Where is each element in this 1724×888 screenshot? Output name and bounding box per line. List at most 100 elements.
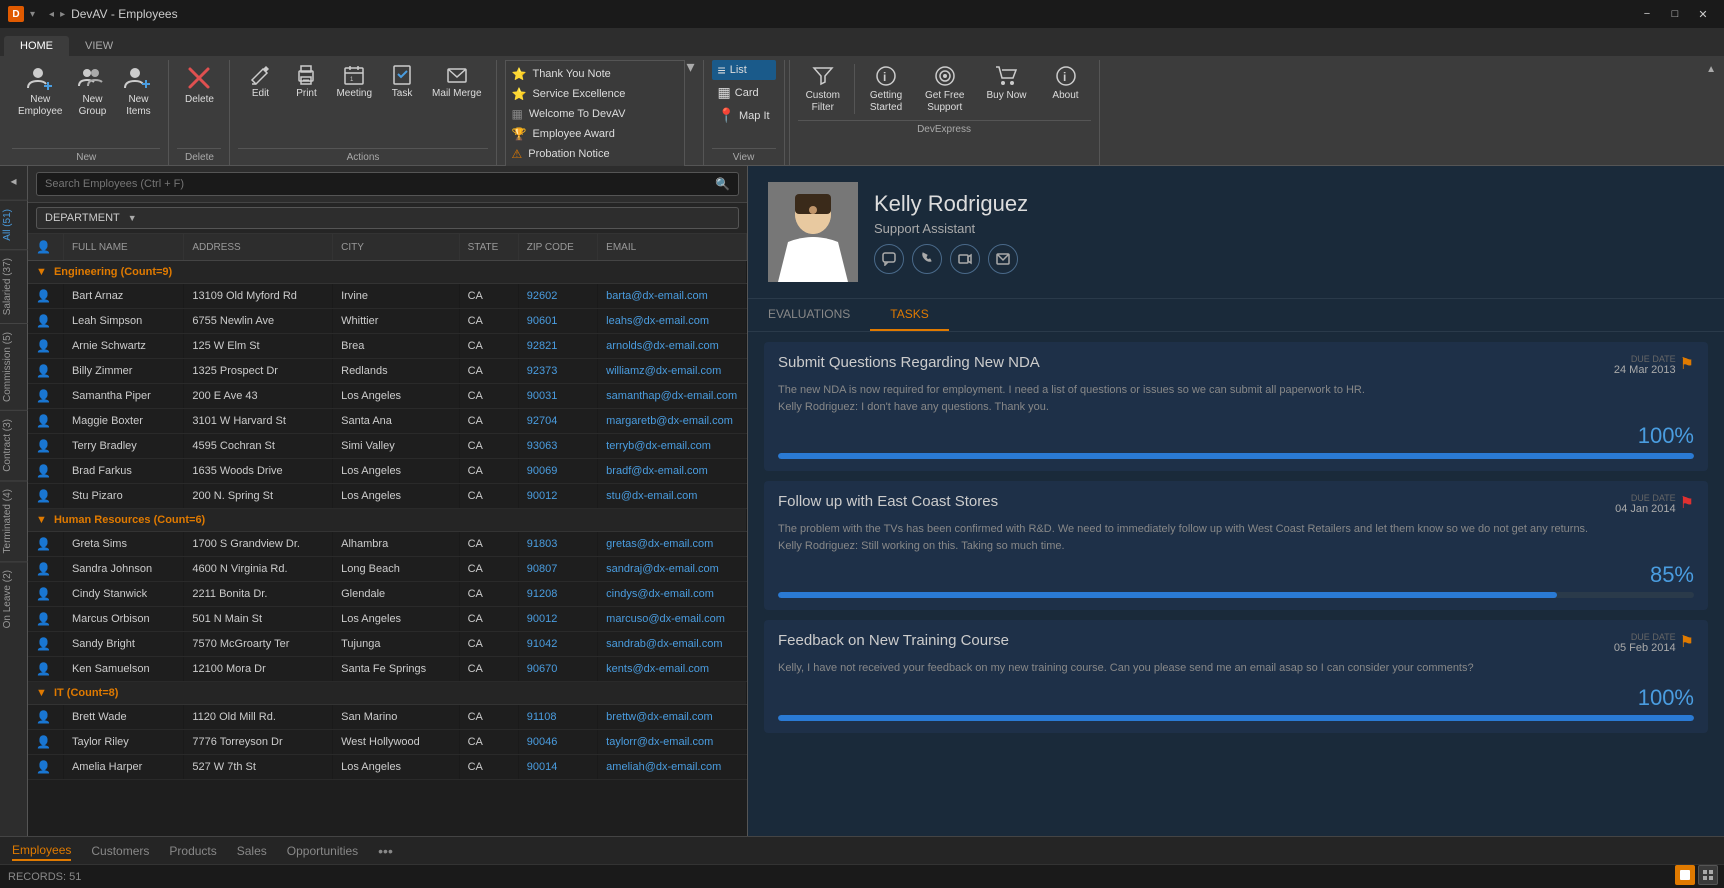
row-address: 6755 Newlin Ave (184, 309, 333, 334)
nav-sales[interactable]: Sales (237, 842, 267, 860)
task-item[interactable]: Submit Questions Regarding New NDA DUE D… (764, 342, 1708, 471)
table-row[interactable]: 👤 Amelia Harper 527 W 7th St Los Angeles… (28, 755, 747, 780)
quick-letter-more[interactable]: ▾ (687, 60, 695, 76)
row-zip: 90069 (518, 459, 597, 484)
status-text: RECORDS: 51 (8, 871, 81, 883)
department-filter[interactable]: DEPARTMENT ▼ (36, 207, 739, 229)
close-button[interactable]: ✕ (1690, 5, 1716, 23)
card-view-button[interactable]: ▦ Card (712, 82, 776, 103)
print-button[interactable]: Print (284, 60, 328, 104)
new-items-button[interactable]: NewItems (116, 60, 160, 122)
table-group-header[interactable]: ▼ Engineering (Count=9) (28, 261, 747, 284)
table-row[interactable]: 👤 Cindy Stanwick 2211 Bonita Dr. Glendal… (28, 582, 747, 607)
email-action-button[interactable] (988, 244, 1018, 274)
new-employee-label: NewEmployee (18, 94, 62, 118)
map-it-button[interactable]: 📍 Map It (712, 105, 776, 126)
table-row[interactable]: 👤 Samantha Piper 200 E Ave 43 Los Angele… (28, 384, 747, 409)
getting-started-button[interactable]: i GettingStarted (861, 60, 911, 118)
table-row[interactable]: 👤 Terry Bradley 4595 Cochran St Simi Val… (28, 434, 747, 459)
row-email: stu@dx-email.com (598, 484, 747, 509)
custom-filter-button[interactable]: CustomFilter (798, 60, 848, 118)
row-email: terryb@dx-email.com (598, 434, 747, 459)
row-state: CA (459, 532, 518, 557)
filter-contract[interactable]: Contract (3) (0, 410, 28, 480)
table-row[interactable]: 👤 Sandra Johnson 4600 N Virginia Rd. Lon… (28, 557, 747, 582)
task-item[interactable]: Feedback on New Training Course DUE DATE… (764, 620, 1708, 733)
row-state: CA (459, 434, 518, 459)
maximize-button[interactable]: □ (1662, 5, 1688, 23)
task-button[interactable]: Task (380, 60, 424, 104)
video-button[interactable] (950, 244, 980, 274)
buy-now-button[interactable]: Buy Now (978, 60, 1034, 106)
table-row[interactable]: 👤 Bart Arnaz 13109 Old Myford Rd Irvine … (28, 284, 747, 309)
row-zip: 92373 (518, 359, 597, 384)
row-address: 4595 Cochran St (184, 434, 333, 459)
welcome-item[interactable]: ▦ Welcome To DevAV (512, 105, 678, 123)
thank-you-note-item[interactable]: ⭐ Thank You Note (512, 65, 678, 83)
table-row[interactable]: 👤 Ken Samuelson 12100 Mora Dr Santa Fe S… (28, 657, 747, 682)
table-row[interactable]: 👤 Stu Pizaro 200 N. Spring St Los Angele… (28, 484, 747, 509)
table-row[interactable]: 👤 Maggie Boxter 3101 W Harvard St Santa … (28, 409, 747, 434)
nav-opportunities[interactable]: Opportunities (287, 842, 358, 860)
ribbon-view-label: View (712, 148, 776, 165)
employee-award-item[interactable]: 🏆 Employee Award (512, 125, 678, 143)
minimize-button[interactable]: − (1634, 5, 1660, 23)
row-city: Irvine (333, 284, 459, 309)
tab-tasks[interactable]: TASKS (870, 299, 948, 331)
nav-employees[interactable]: Employees (12, 841, 71, 861)
row-city: Los Angeles (333, 484, 459, 509)
ribbon-collapse-button[interactable]: ▲ (1702, 62, 1720, 77)
filter-on-leave[interactable]: On Leave (2) (0, 561, 28, 636)
employee-tbody: ▼ Engineering (Count=9) 👤 Bart Arnaz 131… (28, 261, 747, 780)
filter-all[interactable]: All (51) (0, 200, 28, 249)
status-icon-1[interactable] (1675, 865, 1695, 885)
service-excellence-item[interactable]: ⭐ Service Excellence (512, 85, 678, 103)
nav-products[interactable]: Products (169, 842, 216, 860)
new-employee-button[interactable]: NewEmployee (12, 60, 68, 122)
table-row[interactable]: 👤 Leah Simpson 6755 Newlin Ave Whittier … (28, 309, 747, 334)
row-address: 1325 Prospect Dr (184, 359, 333, 384)
about-button[interactable]: i About (1041, 60, 1091, 106)
search-input[interactable] (45, 178, 711, 190)
tab-evaluations[interactable]: EVALUATIONS (748, 299, 870, 331)
chat-button[interactable] (874, 244, 904, 274)
buy-now-label: Buy Now (986, 90, 1026, 102)
person-icon: 👤 (36, 314, 51, 328)
table-row[interactable]: 👤 Greta Sims 1700 S Grandview Dr. Alhamb… (28, 532, 747, 557)
nav-customers[interactable]: Customers (91, 842, 149, 860)
tab-home[interactable]: HOME (4, 36, 69, 56)
row-city: Los Angeles (333, 459, 459, 484)
probation-notice-item[interactable]: ⚠ Probation Notice (512, 145, 678, 163)
edit-button[interactable]: Edit (238, 60, 282, 104)
new-group-button[interactable]: NewGroup (70, 60, 114, 122)
table-row[interactable]: 👤 Sandy Bright 7570 McGroarty Ter Tujung… (28, 632, 747, 657)
list-view-button[interactable]: ≡ List (712, 60, 776, 80)
nav-more[interactable]: ••• (378, 843, 393, 859)
profile-actions (874, 244, 1704, 274)
status-icon-2[interactable] (1698, 865, 1718, 885)
task-item[interactable]: Follow up with East Coast Stores DUE DAT… (764, 481, 1708, 610)
filter-terminated[interactable]: Terminated (4) (0, 480, 28, 561)
sidebar-toggle[interactable]: ◂ (8, 172, 18, 190)
table-row[interactable]: 👤 Marcus Orbison 501 N Main St Los Angel… (28, 607, 747, 632)
mail-merge-button[interactable]: Mail Merge (426, 60, 487, 104)
table-group-header[interactable]: ▼ Human Resources (Count=6) (28, 509, 747, 532)
meeting-button[interactable]: 1 Meeting (330, 60, 378, 104)
delete-button[interactable]: Delete (177, 60, 221, 110)
filter-commission[interactable]: Commission (5) (0, 323, 28, 410)
row-state: CA (459, 582, 518, 607)
row-zip: 90012 (518, 484, 597, 509)
table-group-header[interactable]: ▼ IT (Count=8) (28, 682, 747, 705)
table-row[interactable]: 👤 Brett Wade 1120 Old Mill Rd. San Marin… (28, 705, 747, 730)
filter-salaried[interactable]: Salaried (37) (0, 249, 28, 323)
phone-button[interactable] (912, 244, 942, 274)
table-row[interactable]: 👤 Brad Farkus 1635 Woods Drive Los Angel… (28, 459, 747, 484)
header-person-icon: 👤 (36, 240, 51, 254)
get-free-support-button[interactable]: Get FreeSupport (917, 60, 972, 118)
table-row[interactable]: 👤 Billy Zimmer 1325 Prospect Dr Redlands… (28, 359, 747, 384)
dept-filter-arrow: ▼ (128, 213, 137, 223)
table-row[interactable]: 👤 Arnie Schwartz 125 W Elm St Brea CA 92… (28, 334, 747, 359)
table-row[interactable]: 👤 Taylor Riley 7776 Torreyson Dr West Ho… (28, 730, 747, 755)
tab-view[interactable]: VIEW (69, 36, 129, 56)
ribbon-actions-items: Edit Print 1 Meeting (238, 60, 487, 146)
